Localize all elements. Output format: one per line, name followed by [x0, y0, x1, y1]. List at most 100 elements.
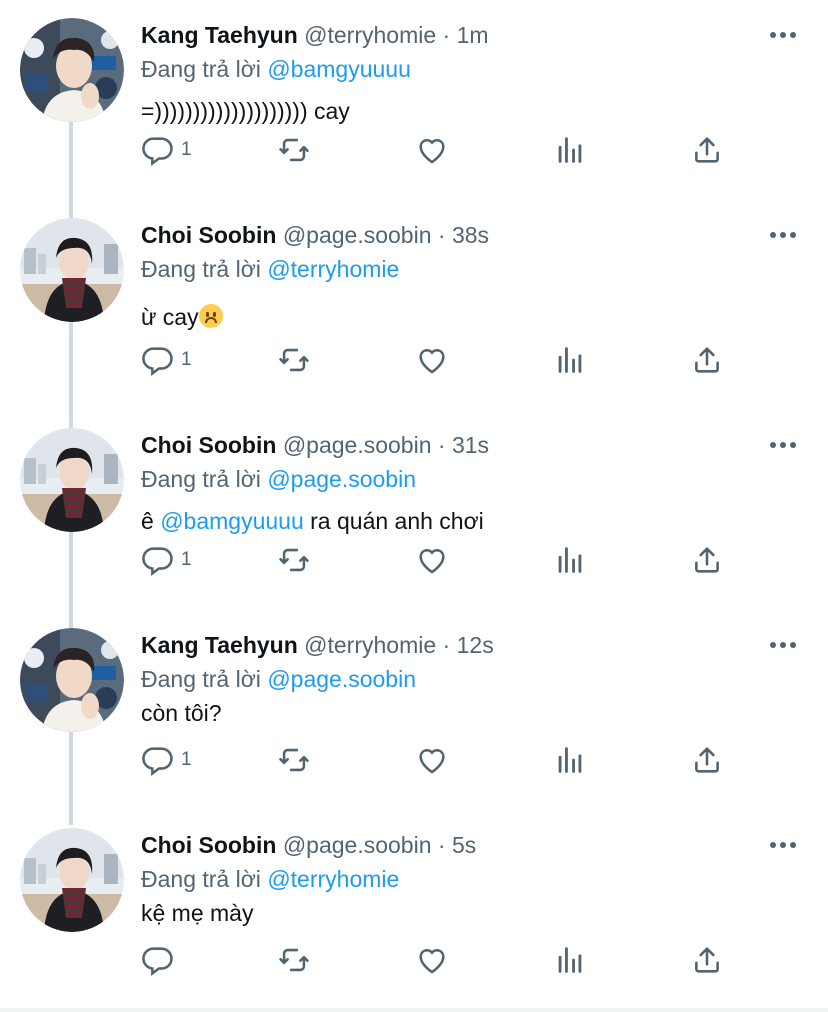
- reply-icon: [141, 343, 175, 377]
- author-handle[interactable]: @page.soobin: [283, 432, 432, 458]
- heart-icon: [415, 343, 449, 377]
- share-button[interactable]: [690, 340, 724, 380]
- reply-count: 1: [181, 139, 192, 160]
- separator-dot: ·: [437, 222, 446, 248]
- retweet-icon: [277, 743, 311, 777]
- avatar[interactable]: [20, 18, 124, 122]
- tweet-actions: 1: [141, 540, 741, 580]
- tweet-actions: 1: [141, 340, 741, 380]
- replying-to-mention[interactable]: @terryhomie: [267, 256, 399, 282]
- replying-label: Đang trả lời: [141, 256, 261, 282]
- like-button[interactable]: [415, 740, 449, 780]
- share-button[interactable]: [690, 740, 724, 780]
- timestamp[interactable]: 12s: [457, 632, 494, 658]
- author-handle[interactable]: @page.soobin: [283, 832, 432, 858]
- analytics-icon: [553, 943, 587, 977]
- author-name[interactable]: Choi Soobin: [141, 432, 276, 458]
- tweet[interactable]: Choi Soobin @page.soobin · 5s Đang trả l…: [0, 810, 828, 1010]
- heart-icon: [415, 133, 449, 167]
- like-button[interactable]: [415, 540, 449, 580]
- author-name[interactable]: Choi Soobin: [141, 832, 276, 858]
- share-button[interactable]: [690, 540, 724, 580]
- reply-icon: [141, 543, 175, 577]
- replying-to-mention[interactable]: @page.soobin: [267, 466, 416, 492]
- upside-down-face-emoji: [198, 304, 223, 328]
- replying-label: Đang trả lời: [141, 56, 261, 82]
- share-icon: [690, 943, 724, 977]
- retweet-button[interactable]: [277, 340, 311, 380]
- timestamp[interactable]: 5s: [452, 832, 476, 858]
- share-button[interactable]: [690, 940, 724, 980]
- tweet[interactable]: Choi Soobin @page.soobin · 31s Đang trả …: [0, 410, 828, 610]
- avatar[interactable]: [20, 218, 124, 322]
- author-handle[interactable]: @page.soobin: [283, 222, 432, 248]
- heart-icon: [415, 743, 449, 777]
- like-button[interactable]: [415, 130, 449, 170]
- views-button[interactable]: [553, 940, 587, 980]
- timestamp[interactable]: 31s: [452, 432, 489, 458]
- reply-button[interactable]: 1: [141, 340, 192, 380]
- timestamp[interactable]: 1m: [457, 22, 489, 48]
- author-name[interactable]: Kang Taehyun: [141, 632, 298, 658]
- reply-button[interactable]: 1: [141, 540, 192, 580]
- views-button[interactable]: [553, 540, 587, 580]
- tweet[interactable]: Choi Soobin @page.soobin · 38s Đang trả …: [0, 200, 828, 400]
- share-icon: [690, 133, 724, 167]
- views-button[interactable]: [553, 340, 587, 380]
- more-icon[interactable]: [770, 228, 800, 242]
- tweet-text: ừ cay: [141, 304, 199, 330]
- replying-label: Đang trả lời: [141, 666, 261, 692]
- more-icon[interactable]: [770, 838, 800, 852]
- views-button[interactable]: [553, 130, 587, 170]
- reply-count: 1: [181, 349, 192, 370]
- retweet-button[interactable]: [277, 940, 311, 980]
- heart-icon: [415, 543, 449, 577]
- reply-button[interactable]: [141, 940, 181, 980]
- analytics-icon: [553, 543, 587, 577]
- like-button[interactable]: [415, 340, 449, 380]
- separator-dot: ·: [437, 432, 446, 458]
- tweet-text-rest: ra quán anh chơi: [303, 508, 484, 534]
- share-icon: [690, 343, 724, 377]
- views-button[interactable]: [553, 740, 587, 780]
- replying-label: Đang trả lời: [141, 866, 261, 892]
- tweet[interactable]: Kang Taehyun @terryhomie · 1m Đang trả l…: [0, 0, 828, 200]
- retweet-button[interactable]: [277, 540, 311, 580]
- heart-icon: [415, 943, 449, 977]
- reply-button[interactable]: 1: [141, 740, 192, 780]
- avatar[interactable]: [20, 828, 124, 932]
- author-name[interactable]: Kang Taehyun: [141, 22, 298, 48]
- avatar[interactable]: [20, 628, 124, 732]
- replying-to-mention[interactable]: @terryhomie: [267, 866, 399, 892]
- reply-icon: [141, 743, 175, 777]
- reply-icon: [141, 943, 175, 977]
- author-handle[interactable]: @terryhomie: [304, 632, 436, 658]
- retweet-icon: [277, 343, 311, 377]
- divider: [0, 1008, 828, 1012]
- replying-to-mention[interactable]: @page.soobin: [267, 666, 416, 692]
- tweet-mention[interactable]: @bamgyuuuu: [160, 508, 304, 534]
- retweet-icon: [277, 943, 311, 977]
- separator-dot: ·: [442, 632, 451, 658]
- retweet-button[interactable]: [277, 740, 311, 780]
- more-icon[interactable]: [770, 638, 800, 652]
- author-name[interactable]: Choi Soobin: [141, 222, 276, 248]
- replying-label: Đang trả lời: [141, 466, 261, 492]
- tweet-actions: [141, 940, 741, 980]
- tweet-text: ê: [141, 508, 161, 534]
- like-button[interactable]: [415, 940, 449, 980]
- tweet[interactable]: Kang Taehyun @terryhomie · 12s Đang trả …: [0, 610, 828, 810]
- analytics-icon: [553, 743, 587, 777]
- replying-to-mention[interactable]: @bamgyuuuu: [267, 56, 411, 82]
- analytics-icon: [553, 133, 587, 167]
- retweet-button[interactable]: [277, 130, 311, 170]
- author-handle[interactable]: @terryhomie: [304, 22, 436, 48]
- reply-button[interactable]: 1: [141, 130, 192, 170]
- share-button[interactable]: [690, 130, 724, 170]
- reply-count: 1: [181, 549, 192, 570]
- retweet-icon: [277, 543, 311, 577]
- more-icon[interactable]: [770, 28, 800, 42]
- avatar[interactable]: [20, 428, 124, 532]
- more-icon[interactable]: [770, 438, 800, 452]
- timestamp[interactable]: 38s: [452, 222, 489, 248]
